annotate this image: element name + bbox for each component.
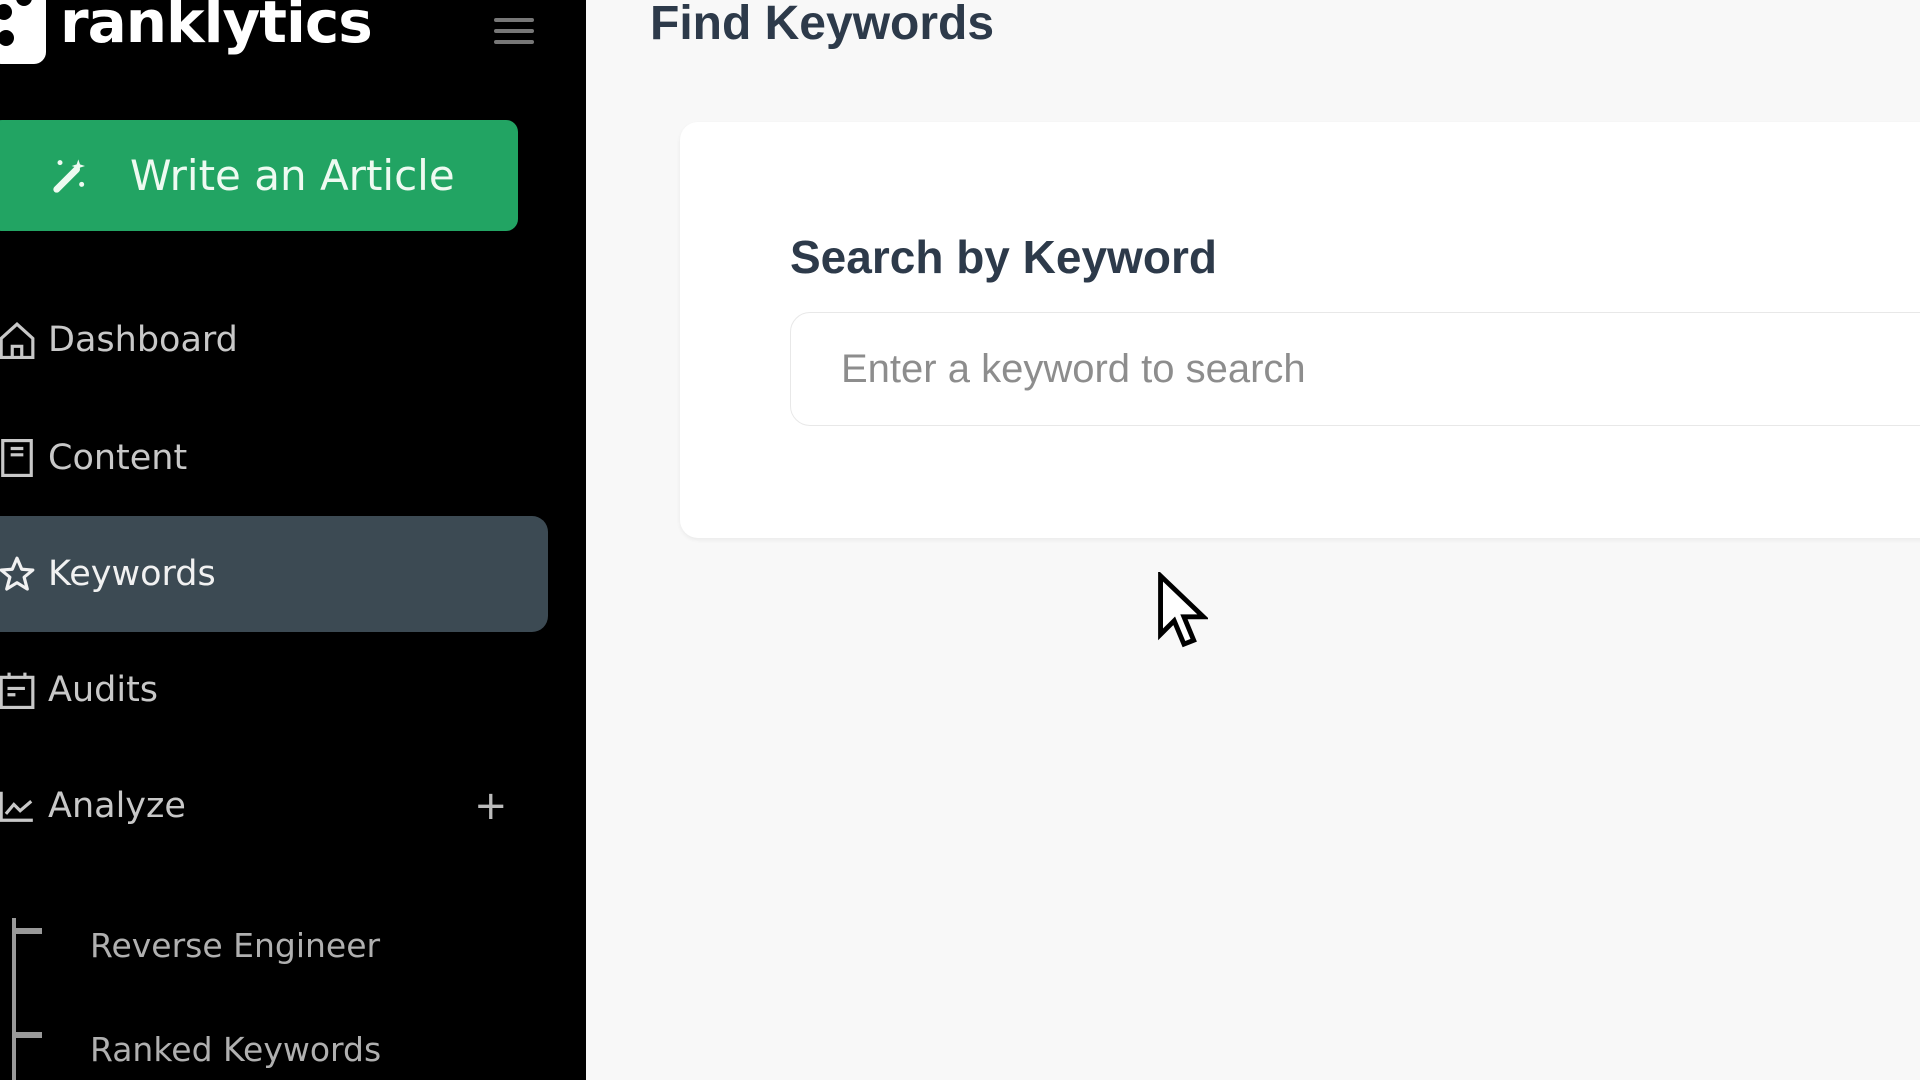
keyword-search-input[interactable] (790, 312, 1920, 426)
sidebar: ranklytics Write an Article Dashboard Co… (0, 0, 586, 1080)
brand-name: ranklytics (60, 0, 373, 56)
write-article-button[interactable]: Write an Article (0, 120, 518, 231)
submenu-tree-tick (12, 1032, 42, 1038)
sidebar-item-analyze[interactable]: Analyze + (0, 748, 548, 864)
calendar-icon (0, 672, 35, 709)
sidebar-item-label: Keywords (48, 554, 216, 594)
sidebar-item-audits[interactable]: Audits (0, 632, 548, 748)
submenu-tree-tick (12, 928, 42, 934)
sidebar-item-label: Audits (48, 670, 159, 710)
search-card: Search by Keyword (680, 122, 1920, 538)
submenu-item-reverse-engineer[interactable]: Reverse Engineer (90, 926, 380, 965)
star-icon (0, 556, 35, 591)
logo[interactable]: ranklytics (0, 0, 373, 64)
home-icon (0, 322, 35, 359)
document-icon (1, 439, 33, 477)
sidebar-item-keywords[interactable]: Keywords (0, 516, 548, 632)
page-title: Find Keywords (650, 0, 995, 50)
chart-line-icon (0, 791, 33, 822)
sidebar-item-label: Dashboard (48, 320, 238, 360)
submenu-item-ranked-keywords[interactable]: Ranked Keywords (90, 1030, 381, 1069)
sidebar-item-content[interactable]: Content (0, 400, 548, 516)
sidebar-item-label: Content (48, 438, 188, 478)
search-card-title: Search by Keyword (790, 231, 1217, 283)
submenu-tree-line (12, 918, 16, 1080)
magic-wand-icon (53, 158, 85, 193)
mouse-cursor-icon (1158, 572, 1208, 648)
write-article-label: Write an Article (130, 151, 455, 200)
expand-plus-icon[interactable]: + (474, 783, 508, 829)
sidebar-item-label: Analyze (48, 786, 186, 826)
logo-icon (0, 0, 46, 64)
sidebar-item-dashboard[interactable]: Dashboard (0, 282, 548, 398)
hamburger-icon[interactable] (494, 18, 534, 48)
